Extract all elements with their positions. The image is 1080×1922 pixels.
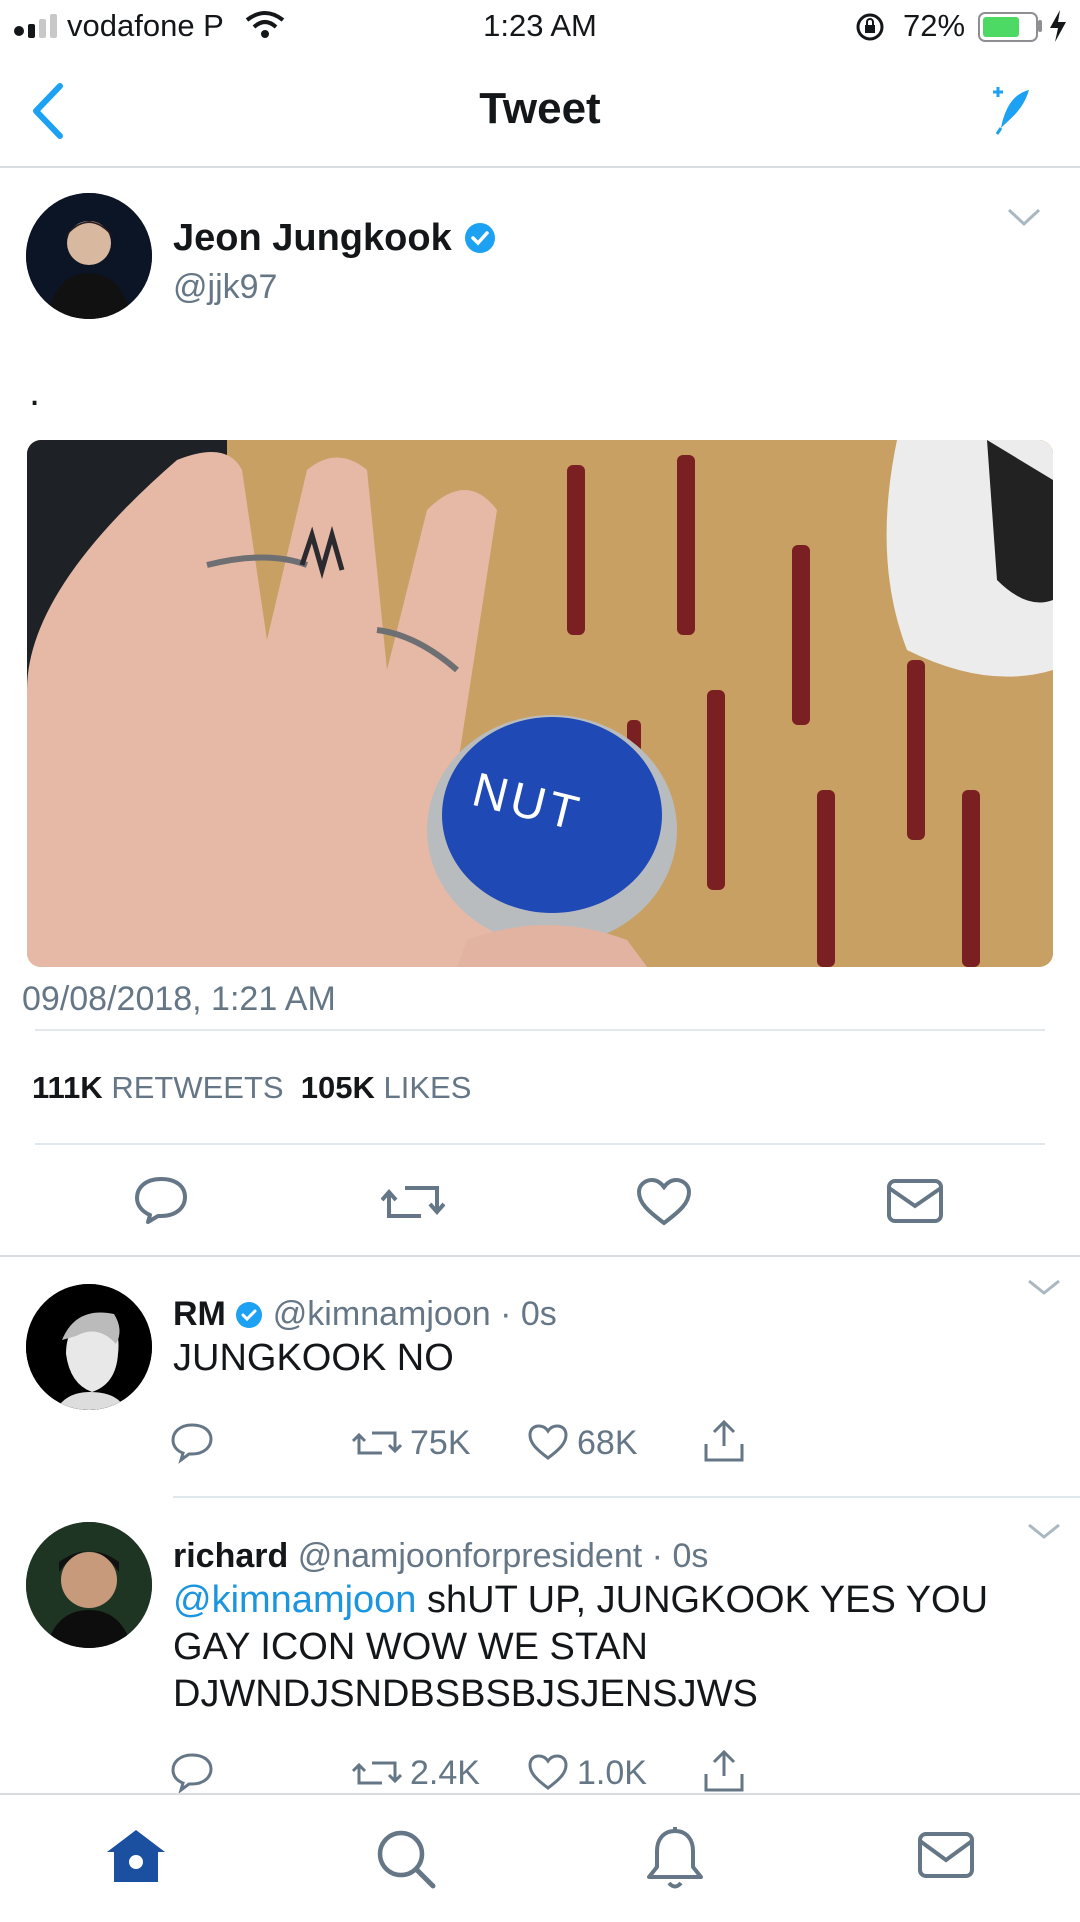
share-icon[interactable] xyxy=(702,1748,746,1794)
like-heart-icon[interactable] xyxy=(527,1753,569,1791)
reply-time: 0s xyxy=(520,1295,557,1333)
reply-author-handle[interactable]: @namjoonforpresident xyxy=(298,1537,642,1575)
reply-icon[interactable] xyxy=(170,1752,214,1794)
reply-author-name[interactable]: richard xyxy=(173,1537,288,1575)
battery-percent: 72% xyxy=(903,8,966,43)
chevron-down-icon[interactable] xyxy=(1026,1521,1062,1541)
divider xyxy=(35,1143,1045,1145)
reply-author-name[interactable]: RM xyxy=(173,1295,226,1333)
reply-like-count[interactable]: 1.0K xyxy=(577,1754,647,1793)
reply-header: richard @namjoonforpresident · 0s xyxy=(173,1537,709,1575)
reply-text: @kimnamjoon shUT UP, JUNGKOOK YES YOU GA… xyxy=(173,1577,1043,1718)
like-heart-icon[interactable] xyxy=(636,1177,692,1227)
charging-bolt-icon xyxy=(1050,10,1066,42)
author-avatar[interactable] xyxy=(26,193,152,319)
avatar-portrait xyxy=(26,1284,152,1410)
avatar-portrait xyxy=(26,193,152,319)
battery-level-fill xyxy=(983,17,1019,37)
reply-time: 0s xyxy=(672,1537,709,1575)
reply-text-line: GAY ICON WOW WE STAN xyxy=(173,1626,648,1668)
tweet-text: . xyxy=(29,370,41,414)
reply-author-handle[interactable]: @kimnamjoon xyxy=(273,1295,491,1333)
home-tab-icon[interactable] xyxy=(105,1828,167,1884)
photo-illustration xyxy=(27,440,1053,967)
reply-text-line: DJWNDJSNDBSBSBJSJENSJWS xyxy=(173,1673,758,1715)
messages-tab-icon[interactable] xyxy=(917,1831,975,1879)
reply-text: JUNGKOOK NO xyxy=(173,1337,454,1379)
like-heart-icon[interactable] xyxy=(527,1423,569,1461)
engagement-stats: 111K RETWEETS 105K LIKES xyxy=(32,1070,471,1106)
direct-message-icon[interactable] xyxy=(886,1178,944,1224)
retweet-icon[interactable] xyxy=(381,1180,445,1224)
mention-link[interactable]: @kimnamjoon xyxy=(173,1579,416,1621)
share-icon[interactable] xyxy=(702,1418,746,1464)
author-handle[interactable]: @jjk97 xyxy=(173,268,277,307)
divider xyxy=(35,1029,1045,1031)
nav-header: Tweet xyxy=(0,54,1080,168)
notifications-bell-icon[interactable] xyxy=(643,1825,707,1891)
reply-retweet-count[interactable]: 75K xyxy=(410,1424,471,1463)
reply-icon[interactable] xyxy=(170,1422,214,1464)
battery-icon xyxy=(978,12,1038,42)
retweets-label[interactable]: RETWEETS xyxy=(111,1070,283,1105)
page-title: Tweet xyxy=(479,84,601,133)
retweets-count[interactable]: 111K xyxy=(32,1070,103,1105)
reply-text-line: shUT UP, JUNGKOOK YES YOU xyxy=(416,1579,989,1621)
retweet-icon[interactable] xyxy=(352,1755,402,1791)
reply-avatar[interactable] xyxy=(26,1522,152,1648)
tweet-timestamp: 09/08/2018, 1:21 AM xyxy=(22,980,336,1018)
reply-like-count[interactable]: 68K xyxy=(577,1424,638,1463)
likes-label[interactable]: LIKES xyxy=(384,1070,472,1105)
likes-count[interactable]: 105K xyxy=(301,1070,375,1105)
verified-badge-icon xyxy=(236,1302,263,1328)
avatar-portrait xyxy=(26,1522,152,1648)
reply-icon[interactable] xyxy=(133,1175,189,1225)
reply-header: RM @kimnamjoon · 0s xyxy=(173,1295,557,1333)
search-tab-icon[interactable] xyxy=(375,1828,437,1890)
bottom-tab-bar xyxy=(0,1793,1080,1922)
status-bar: vodafone P 1:23 AM 72% xyxy=(0,0,1080,54)
verified-badge-icon xyxy=(465,223,495,253)
tweet-photo[interactable]: NUT xyxy=(27,440,1053,967)
orientation-lock-icon xyxy=(856,13,884,41)
reply-retweet-count[interactable]: 2.4K xyxy=(410,1754,480,1793)
chevron-down-icon[interactable] xyxy=(1026,1277,1062,1297)
divider xyxy=(173,1496,1080,1498)
reply-avatar[interactable] xyxy=(26,1284,152,1410)
author-name[interactable]: Jeon Jungkook xyxy=(173,217,452,260)
retweet-icon[interactable] xyxy=(352,1425,402,1461)
compose-feather-icon[interactable] xyxy=(983,84,1035,136)
divider xyxy=(0,1255,1080,1257)
chevron-down-icon[interactable] xyxy=(1006,205,1042,229)
